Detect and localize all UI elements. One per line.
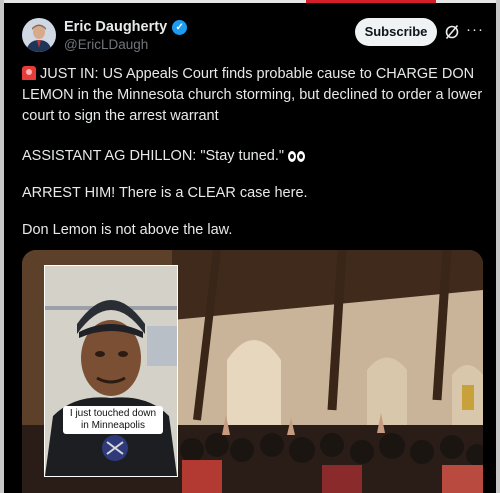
window-top-edge [4,0,496,3]
inset-caption: I just touched down in Minneapolis [63,406,163,434]
post-paragraph-1: JUST IN: US Appeals Court finds probable… [22,64,487,127]
post-paragraph-2: ASSISTANT AG DHILLON: "Stay tuned." [22,146,487,169]
grok-icon[interactable] [444,24,460,40]
post-paragraph-3: ARREST HIM! There is a CLEAR case here. [22,185,308,201]
avatar[interactable] [22,18,56,52]
video-inset-selfie: I just touched down in Minneapolis [44,265,178,477]
selfie-person-image [45,266,177,476]
post-text-1: JUST IN: US Appeals Court finds probable… [22,66,483,124]
author-display-name[interactable]: Eric Daugherty [64,19,167,35]
author-name-row: Eric Daugherty ✓ [64,19,188,35]
post-text-2: ASSISTANT AG DHILLON: "Stay tuned." [22,148,284,164]
eyes-emoji [288,148,306,169]
verified-check-icon: ✓ [172,19,188,35]
subscribe-button[interactable]: Subscribe [355,18,437,46]
post-paragraph-4: Don Lemon is not above the law. [22,222,233,238]
window-accent [306,0,436,3]
post-video[interactable]: I just touched down in Minneapolis [22,250,483,493]
author-handle[interactable]: @EricLDaugh [64,37,148,52]
more-options-icon[interactable]: ··· [465,20,485,40]
police-light-emoji [22,66,36,80]
tweet-card: Eric Daugherty ✓ @EricLDaugh Subscribe ·… [4,0,496,493]
